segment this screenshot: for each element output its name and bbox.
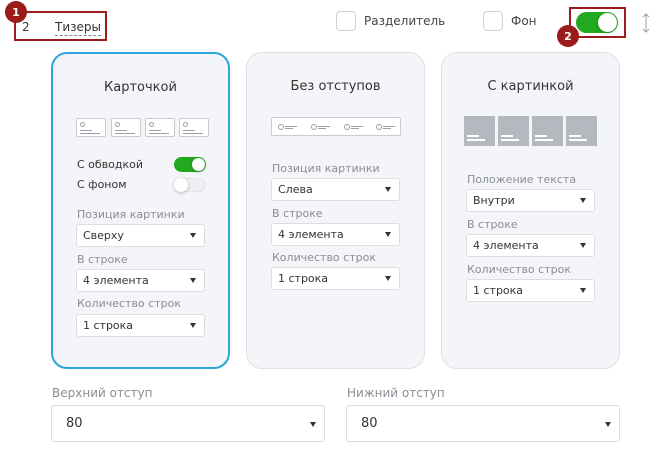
preview-thumb xyxy=(179,118,209,137)
preview-image-thumb xyxy=(498,116,529,146)
select-value: 1 строка xyxy=(278,272,329,285)
rows-count-select[interactable]: 1 строка xyxy=(271,267,400,290)
per-row-select[interactable]: 4 элемента xyxy=(76,269,205,292)
annotation-badge-2: 2 xyxy=(557,25,579,47)
image-position-select[interactable]: Слева xyxy=(271,178,400,201)
rows-count-select[interactable]: 1 строка xyxy=(466,279,595,302)
rows-count-label: Количество строк xyxy=(77,297,181,310)
dropdown-arrow-icon xyxy=(605,422,611,427)
layout-card-with-image[interactable]: С картинкой Положение текста Внутри В ст… xyxy=(441,52,620,369)
divider-label: Разделитель xyxy=(364,14,446,28)
rows-count-select[interactable]: 1 строка xyxy=(76,314,205,337)
text-position-label: Положение текста xyxy=(467,173,577,186)
toggle-knob xyxy=(174,178,188,192)
select-value: Внутри xyxy=(473,194,515,207)
toggle-knob xyxy=(598,13,617,32)
layout-card-no-padding[interactable]: Без отступов Позиция картинки Слева В ст… xyxy=(246,52,425,369)
preview-thumb xyxy=(145,118,175,137)
dropdown-arrow-icon xyxy=(580,243,586,248)
bottom-padding-select[interactable]: 80 xyxy=(346,405,620,442)
image-position-select[interactable]: Сверху xyxy=(76,224,205,247)
background-checkbox[interactable] xyxy=(483,11,503,31)
layout-card-bordered[interactable]: Карточкой С обводкой С фоном Позиция кар… xyxy=(51,52,230,369)
card-title: Карточкой xyxy=(104,80,177,95)
text-position-select[interactable]: Внутри xyxy=(466,189,595,212)
select-value: 4 элемента xyxy=(83,274,149,287)
dropdown-arrow-icon xyxy=(580,198,586,203)
preview-image-thumb xyxy=(566,116,597,146)
preview-thumb xyxy=(76,118,106,137)
dropdown-arrow-icon xyxy=(310,422,316,427)
rows-count-label: Количество строк xyxy=(467,263,571,276)
with-bg-toggle[interactable] xyxy=(174,178,206,192)
toggle-knob xyxy=(192,158,205,171)
top-padding-label: Верхний отступ xyxy=(52,386,153,400)
per-row-select[interactable]: 4 элемента xyxy=(466,234,595,257)
block-visibility-toggle[interactable] xyxy=(576,12,618,33)
select-value: Слева xyxy=(278,183,313,196)
resize-vertical-icon[interactable] xyxy=(641,12,651,34)
dropdown-arrow-icon xyxy=(385,187,391,192)
per-row-label: В строке xyxy=(272,207,323,220)
block-title[interactable]: Тизеры xyxy=(55,20,101,36)
bottom-padding-label: Нижний отступ xyxy=(347,386,445,400)
with-border-toggle[interactable] xyxy=(174,157,206,172)
with-border-label: С обводкой xyxy=(77,158,144,171)
image-position-label: Позиция картинки xyxy=(77,208,185,221)
select-value: 80 xyxy=(361,416,378,431)
dropdown-arrow-icon xyxy=(385,276,391,281)
dropdown-arrow-icon xyxy=(190,323,196,328)
select-value: 1 строка xyxy=(83,319,134,332)
divider-checkbox[interactable] xyxy=(336,11,356,31)
card-preview xyxy=(271,117,401,136)
dropdown-arrow-icon xyxy=(385,232,391,237)
select-value: 4 элемента xyxy=(278,228,344,241)
rows-count-label: Количество строк xyxy=(272,251,376,264)
image-position-label: Позиция картинки xyxy=(272,162,380,175)
preview-image-thumb xyxy=(532,116,563,146)
select-value: 80 xyxy=(66,416,83,431)
preview-rows-graphic xyxy=(278,124,395,130)
per-row-label: В строке xyxy=(77,253,128,266)
dropdown-arrow-icon xyxy=(580,288,586,293)
teaser-count: 2 xyxy=(22,20,30,34)
background-label: Фон xyxy=(511,14,537,28)
top-padding-select[interactable]: 80 xyxy=(51,405,325,442)
per-row-select[interactable]: 4 элемента xyxy=(271,223,400,246)
card-title: С картинкой xyxy=(487,79,574,94)
with-bg-label: С фоном xyxy=(77,178,127,191)
card-title: Без отступов xyxy=(290,79,381,94)
dropdown-arrow-icon xyxy=(190,233,196,238)
per-row-label: В строке xyxy=(467,218,518,231)
dropdown-arrow-icon xyxy=(190,278,196,283)
preview-image-thumb xyxy=(464,116,495,146)
select-value: 1 строка xyxy=(473,284,524,297)
select-value: Сверху xyxy=(83,229,124,242)
preview-thumb xyxy=(111,118,141,137)
select-value: 4 элемента xyxy=(473,239,539,252)
